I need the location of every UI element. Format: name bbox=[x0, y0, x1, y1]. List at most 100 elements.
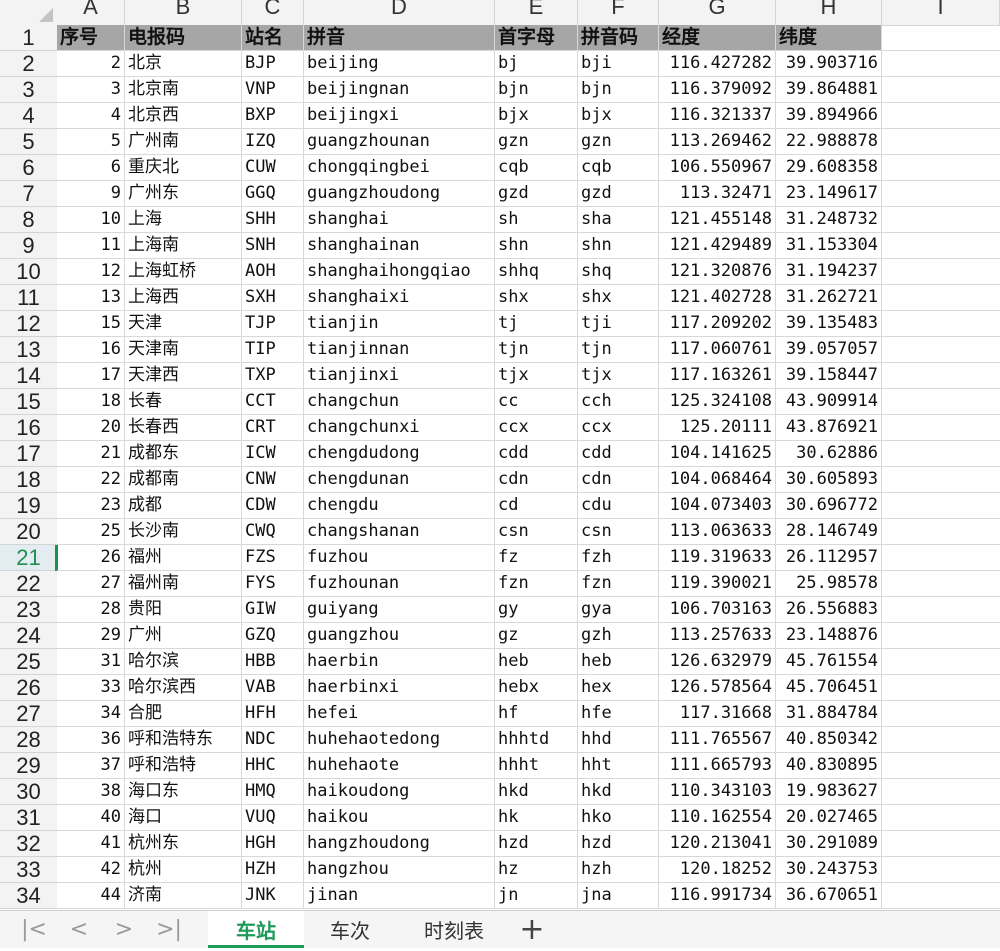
table-cell[interactable]: 合肥 bbox=[125, 701, 242, 727]
table-cell[interactable]: 海口东 bbox=[125, 779, 242, 805]
table-cell[interactable]: 9 bbox=[57, 181, 125, 207]
table-cell[interactable]: 11 bbox=[57, 233, 125, 259]
table-cell[interactable]: VAB bbox=[242, 675, 304, 701]
table-cell[interactable]: 30.62886 bbox=[776, 441, 882, 467]
table-cell[interactable]: HFH bbox=[242, 701, 304, 727]
table-cell[interactable]: bj bbox=[495, 51, 578, 77]
table-cell[interactable]: shanghai bbox=[304, 207, 495, 233]
header-cell[interactable]: 纬度 bbox=[776, 25, 882, 51]
table-cell[interactable]: 上海虹桥 bbox=[125, 259, 242, 285]
table-cell[interactable]: 16 bbox=[57, 337, 125, 363]
table-cell[interactable]: 40 bbox=[57, 805, 125, 831]
table-cell[interactable]: bjn bbox=[495, 77, 578, 103]
table-cell[interactable]: heb bbox=[578, 649, 659, 675]
table-cell[interactable]: 39.158447 bbox=[776, 363, 882, 389]
table-cell[interactable]: ccx bbox=[578, 415, 659, 441]
table-cell[interactable]: GIW bbox=[242, 597, 304, 623]
table-cell[interactable]: 27 bbox=[57, 571, 125, 597]
table-cell[interactable]: fuzhou bbox=[304, 545, 495, 571]
table-cell[interactable]: 广州 bbox=[125, 623, 242, 649]
row-header[interactable]: 25 bbox=[0, 649, 57, 675]
empty-cell[interactable] bbox=[882, 857, 1000, 883]
table-cell[interactable]: 121.402728 bbox=[659, 285, 776, 311]
table-cell[interactable]: FZS bbox=[242, 545, 304, 571]
table-cell[interactable]: 121.429489 bbox=[659, 233, 776, 259]
table-cell[interactable]: 4 bbox=[57, 103, 125, 129]
table-cell[interactable]: fz bbox=[495, 545, 578, 571]
table-cell[interactable]: FYS bbox=[242, 571, 304, 597]
table-cell[interactable]: cc bbox=[495, 389, 578, 415]
table-cell[interactable]: SHH bbox=[242, 207, 304, 233]
table-cell[interactable]: 20.027465 bbox=[776, 805, 882, 831]
empty-cell[interactable] bbox=[882, 701, 1000, 727]
table-cell[interactable]: 18 bbox=[57, 389, 125, 415]
table-cell[interactable]: HHC bbox=[242, 753, 304, 779]
table-cell[interactable]: 116.427282 bbox=[659, 51, 776, 77]
table-cell[interactable]: 哈尔滨 bbox=[125, 649, 242, 675]
table-cell[interactable]: BXP bbox=[242, 103, 304, 129]
table-cell[interactable]: tji bbox=[578, 311, 659, 337]
table-cell[interactable]: heb bbox=[495, 649, 578, 675]
table-cell[interactable]: 113.063633 bbox=[659, 519, 776, 545]
row-header[interactable]: 15 bbox=[0, 389, 57, 415]
table-cell[interactable]: 39.057057 bbox=[776, 337, 882, 363]
tab-trains[interactable]: 车次 bbox=[304, 911, 396, 948]
table-cell[interactable]: 福州南 bbox=[125, 571, 242, 597]
table-cell[interactable]: 29.608358 bbox=[776, 155, 882, 181]
first-sheet-button[interactable]: |< bbox=[14, 911, 54, 948]
table-cell[interactable]: 31.194237 bbox=[776, 259, 882, 285]
table-cell[interactable]: hangzhoudong bbox=[304, 831, 495, 857]
table-cell[interactable]: 海口 bbox=[125, 805, 242, 831]
table-cell[interactable]: 28 bbox=[57, 597, 125, 623]
table-cell[interactable]: guangzhounan bbox=[304, 129, 495, 155]
table-cell[interactable]: tianjinxi bbox=[304, 363, 495, 389]
table-cell[interactable]: shn bbox=[578, 233, 659, 259]
table-cell[interactable]: tianjin bbox=[304, 311, 495, 337]
row-header[interactable]: 6 bbox=[0, 155, 57, 181]
table-cell[interactable]: 36.670651 bbox=[776, 883, 882, 909]
table-cell[interactable]: 26.112957 bbox=[776, 545, 882, 571]
table-cell[interactable]: 34 bbox=[57, 701, 125, 727]
table-cell[interactable]: VNP bbox=[242, 77, 304, 103]
empty-cell[interactable] bbox=[882, 103, 1000, 129]
table-cell[interactable]: shq bbox=[578, 259, 659, 285]
table-cell[interactable]: 天津南 bbox=[125, 337, 242, 363]
row-header[interactable]: 28 bbox=[0, 727, 57, 753]
table-cell[interactable]: fuzhounan bbox=[304, 571, 495, 597]
row-header[interactable]: 20 bbox=[0, 519, 57, 545]
header-cell[interactable]: 经度 bbox=[659, 25, 776, 51]
table-cell[interactable]: huhehaotedong bbox=[304, 727, 495, 753]
table-cell[interactable]: cdd bbox=[578, 441, 659, 467]
table-cell[interactable]: 25 bbox=[57, 519, 125, 545]
table-cell[interactable]: 26.556883 bbox=[776, 597, 882, 623]
table-cell[interactable]: 成都南 bbox=[125, 467, 242, 493]
table-cell[interactable]: 成都 bbox=[125, 493, 242, 519]
table-cell[interactable]: 104.068464 bbox=[659, 467, 776, 493]
column-header-a[interactable]: A bbox=[57, 0, 125, 25]
header-cell[interactable]: 序号 bbox=[57, 25, 125, 51]
table-cell[interactable]: 40.850342 bbox=[776, 727, 882, 753]
table-cell[interactable]: 19.983627 bbox=[776, 779, 882, 805]
table-cell[interactable]: cdn bbox=[495, 467, 578, 493]
table-cell[interactable]: changshanan bbox=[304, 519, 495, 545]
empty-cell[interactable] bbox=[882, 623, 1000, 649]
table-cell[interactable]: hkd bbox=[495, 779, 578, 805]
last-sheet-button[interactable]: >| bbox=[149, 911, 189, 948]
table-cell[interactable]: HBB bbox=[242, 649, 304, 675]
table-cell[interactable]: 22.988878 bbox=[776, 129, 882, 155]
empty-cell[interactable] bbox=[882, 415, 1000, 441]
table-cell[interactable]: shanghaixi bbox=[304, 285, 495, 311]
header-cell[interactable]: 拼音码 bbox=[578, 25, 659, 51]
table-cell[interactable]: 广州东 bbox=[125, 181, 242, 207]
table-cell[interactable]: csn bbox=[495, 519, 578, 545]
row-header[interactable]: 3 bbox=[0, 77, 57, 103]
table-cell[interactable]: 长春西 bbox=[125, 415, 242, 441]
row-header[interactable]: 8 bbox=[0, 207, 57, 233]
table-cell[interactable]: 39.903716 bbox=[776, 51, 882, 77]
table-cell[interactable]: cqb bbox=[578, 155, 659, 181]
table-cell[interactable]: hkd bbox=[578, 779, 659, 805]
table-cell[interactable]: 125.20111 bbox=[659, 415, 776, 441]
table-cell[interactable]: 39.864881 bbox=[776, 77, 882, 103]
row-header[interactable]: 10 bbox=[0, 259, 57, 285]
table-cell[interactable]: tjx bbox=[578, 363, 659, 389]
